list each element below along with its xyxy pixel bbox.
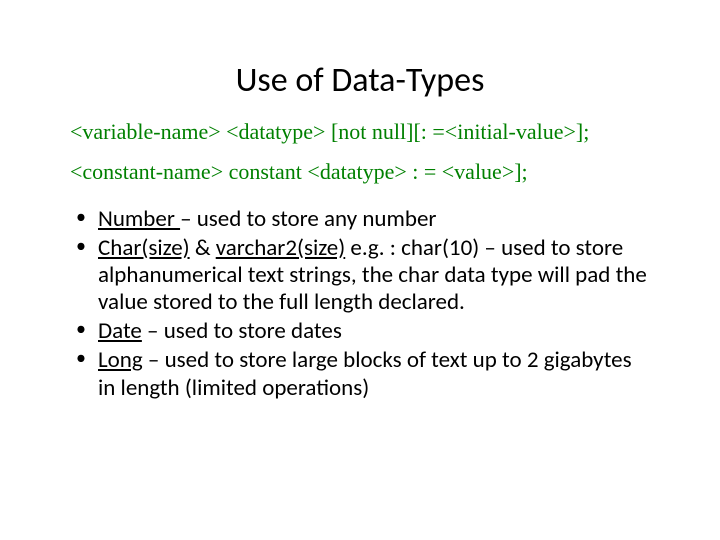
bullet-text: & [190,234,216,262]
term-long: Long [98,346,143,374]
list-item: Date – used to store dates [98,318,650,345]
term-date: Date [98,317,142,345]
syntax-variable: <variable-name> <datatype> [not null][: … [70,119,650,145]
list-item: Number – used to store any number [98,206,650,233]
bullet-text: – used to store dates [142,317,342,345]
bullet-list: Number – used to store any number Char(s… [70,206,650,402]
list-item: Long – used to store large blocks of tex… [98,347,650,401]
slide: Use of Data-Types <variable-name> <datat… [0,0,720,540]
term-number: Number [98,205,180,233]
slide-title: Use of Data-Types [70,60,650,101]
term-varchar2: varchar2(size) [216,234,346,262]
bullet-text: – used to store any number [180,205,436,233]
list-item: Char(size) & varchar2(size) e.g. : char(… [98,235,650,316]
bullet-text: – used to store large blocks of text up … [98,346,632,401]
term-char: Char(size) [98,234,190,262]
syntax-constant: <constant-name> constant <datatype> : = … [70,159,650,185]
